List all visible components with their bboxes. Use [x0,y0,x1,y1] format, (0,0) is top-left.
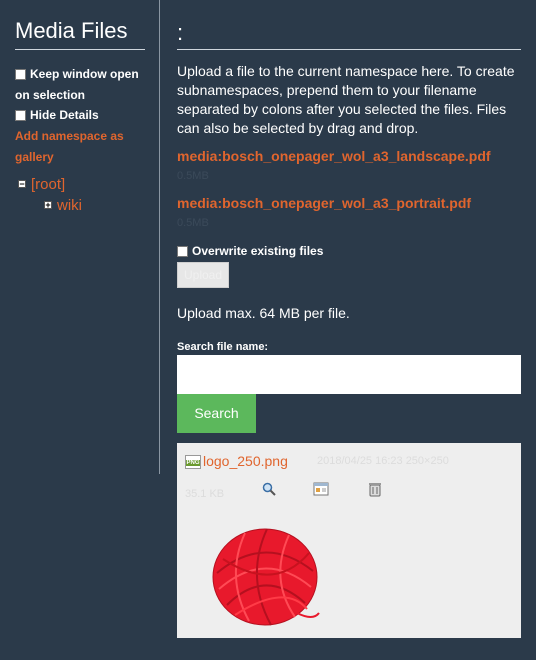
yarn-ball-thumbnail[interactable] [205,523,323,629]
insert-icon[interactable] [313,481,329,497]
expand-icon[interactable]: + [44,201,52,210]
keep-window-open-checkbox[interactable] [15,69,26,80]
media-filesize: 35.1 KB [185,488,225,500]
add-namespace-gallery-link[interactable]: Add namespace as gallery [15,126,140,168]
file-link-portrait[interactable]: media:bosch_onepager_wol_a3_portrait.pdf [177,195,471,211]
search-input[interactable] [177,355,521,394]
magnifier-icon[interactable] [261,481,277,497]
png-file-icon: PNG [185,455,201,469]
sidebar-divider [15,49,145,50]
keep-window-open-label: Keep window open on selection [15,67,139,102]
max-upload-size-text: Upload max. 64 MB per file. [177,305,350,321]
hide-details-checkbox[interactable] [15,110,26,121]
media-sidebar: Media Files Keep window open on selectio… [0,0,160,474]
overwrite-option[interactable]: Overwrite existing files [177,244,323,258]
search-label: Search file name: [177,341,269,353]
tree-node-wiki[interactable]: + wiki [44,197,82,214]
namespace-heading: : [177,20,184,45]
tree-node-root-label[interactable]: [root] [31,176,65,193]
sidebar-title: Media Files [15,18,128,43]
file-size-portrait: 0.5MB [177,217,209,229]
hide-details-label: Hide Details [30,108,99,122]
media-item-card: PNG logo_250.png 2018/04/25 16:23 250×25… [177,443,521,638]
file-link-landscape[interactable]: media:bosch_onepager_wol_a3_landscape.pd… [177,148,491,164]
upload-instructions: Upload a file to the current namespace h… [177,63,515,136]
file-size-landscape: 0.5MB [177,170,209,182]
tree-node-root[interactable]: − [root] [18,176,65,193]
upload-button[interactable]: Upload [177,262,229,288]
overwrite-checkbox[interactable] [177,246,188,257]
hide-details-option[interactable]: Hide Details [15,105,99,126]
media-date-dimensions: 2018/04/25 16:23 250×250 [317,455,449,467]
keep-window-open-option[interactable]: Keep window open on selection [15,64,145,106]
search-button[interactable]: Search [177,394,256,433]
collapse-icon[interactable]: − [18,180,26,189]
main-divider [177,49,521,50]
file-type-badge: PNG [186,460,200,466]
media-filename-link[interactable]: logo_250.png [203,453,288,469]
delete-icon[interactable] [367,481,383,497]
overwrite-label: Overwrite existing files [192,244,324,258]
tree-node-wiki-label[interactable]: wiki [57,197,82,214]
